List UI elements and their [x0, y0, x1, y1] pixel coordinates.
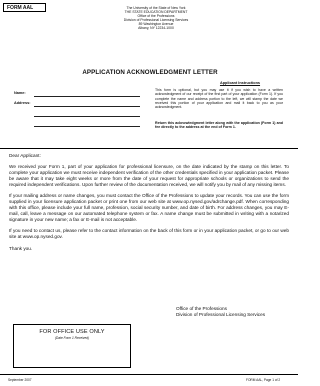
- instructions-return-note: Return this acknowledgment letter along …: [155, 121, 283, 130]
- footer-divider: [0, 374, 298, 375]
- letter-paragraph: We received your Form 1, part of your ap…: [9, 163, 289, 187]
- name-field[interactable]: [34, 96, 140, 97]
- letter-paragraph: Thank you.: [9, 245, 33, 251]
- section-divider: [0, 148, 298, 149]
- footer-page-number: FORM AAL, Page 1 of 2: [246, 378, 281, 382]
- name-field-label: Name:: [14, 91, 26, 95]
- letter-body: Dear Applicant: We received your Form 1,…: [9, 153, 289, 257]
- agency-line-6: Albany, NY 12234-1000: [138, 26, 174, 31]
- instructions-heading: Applicant Instructions: [219, 81, 261, 85]
- footer-date: September 2007: [8, 378, 32, 382]
- address-field-label: Address:: [14, 101, 31, 105]
- letter-paragraph: If you need to contact us, please refer …: [9, 228, 289, 240]
- instructions-text: This form is optional, but you may use i…: [155, 88, 283, 110]
- form-id-label: FORM AAL: [3, 3, 46, 12]
- signature-line-2: Division of Professional Licensing Servi…: [176, 312, 266, 318]
- address-field-line-2[interactable]: [34, 116, 140, 117]
- address-field-line-1[interactable]: [34, 106, 140, 107]
- office-use-title: FOR OFFICE USE ONLY: [39, 329, 105, 335]
- page-title: APPLICATION ACKNOWLEDGMENT LETTER: [82, 69, 218, 76]
- signature-block: Office of the Professions Division of Pr…: [176, 306, 265, 318]
- office-use-subtitle: (Date Form 1 Received): [54, 335, 89, 340]
- address-field-line-3[interactable]: [34, 126, 140, 127]
- office-use-box: FOR OFFICE USE ONLY (Date Form 1 Receive…: [13, 324, 131, 368]
- document-page: FORM AAL The University of the State of …: [0, 0, 298, 386]
- letter-paragraph: If your mailing address or name changes,…: [9, 193, 289, 222]
- letter-salutation: Dear Applicant:: [9, 153, 41, 158]
- agency-header: The University of the State of New York …: [100, 6, 212, 31]
